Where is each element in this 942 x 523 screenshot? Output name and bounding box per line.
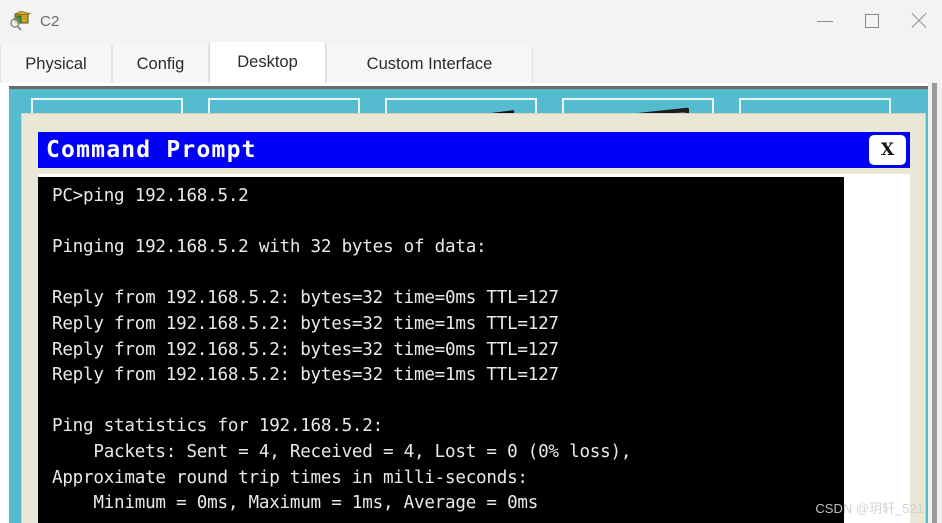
tab-physical-label: Physical <box>25 55 87 73</box>
close-button[interactable] <box>895 0 942 42</box>
minimize-button[interactable] <box>801 0 848 42</box>
tab-custom-interface-label: Custom Interface <box>366 55 493 73</box>
command-prompt-titlebar: Command Prompt X <box>38 132 910 168</box>
maximize-icon <box>864 14 879 28</box>
desktop-scrollbar-thumb[interactable] <box>932 83 937 523</box>
command-prompt-output: PC>ping 192.168.5.2 Pinging 192.168.5.2 … <box>52 186 632 514</box>
titlebar-left-group: C2 <box>10 0 60 42</box>
command-prompt-close-label: X <box>880 139 895 160</box>
window-titlebar: C2 <box>0 0 942 43</box>
tab-physical[interactable]: Physical <box>0 46 112 83</box>
tab-custom-interface[interactable]: Custom Interface <box>326 46 533 83</box>
desktop-scrollbar[interactable] <box>928 83 942 523</box>
command-prompt-window: Command Prompt X PC>ping 192.168.5.2 Pin… <box>22 114 925 523</box>
tab-bar: Physical Config Desktop Custom Interface <box>0 42 942 83</box>
window-controls <box>801 0 942 42</box>
packet-tracer-device-icon <box>10 10 32 31</box>
close-icon <box>910 12 928 30</box>
minimize-icon <box>816 20 833 22</box>
command-prompt-title: Command Prompt <box>46 137 257 163</box>
window-title: C2 <box>40 12 60 30</box>
tab-desktop-label: Desktop <box>237 53 298 71</box>
watermark: CSDN @玥轩_521 <box>815 501 924 516</box>
command-prompt-terminal[interactable]: PC>ping 192.168.5.2 Pinging 192.168.5.2 … <box>38 177 844 523</box>
tab-config[interactable]: Config <box>112 46 209 83</box>
tab-config-label: Config <box>136 55 185 73</box>
maximize-button[interactable] <box>848 0 895 42</box>
tab-desktop[interactable]: Desktop <box>209 42 326 83</box>
command-prompt-close-button[interactable]: X <box>869 135 906 165</box>
application-window: C2 Physical Config Desktop Custom Interf… <box>0 0 942 523</box>
